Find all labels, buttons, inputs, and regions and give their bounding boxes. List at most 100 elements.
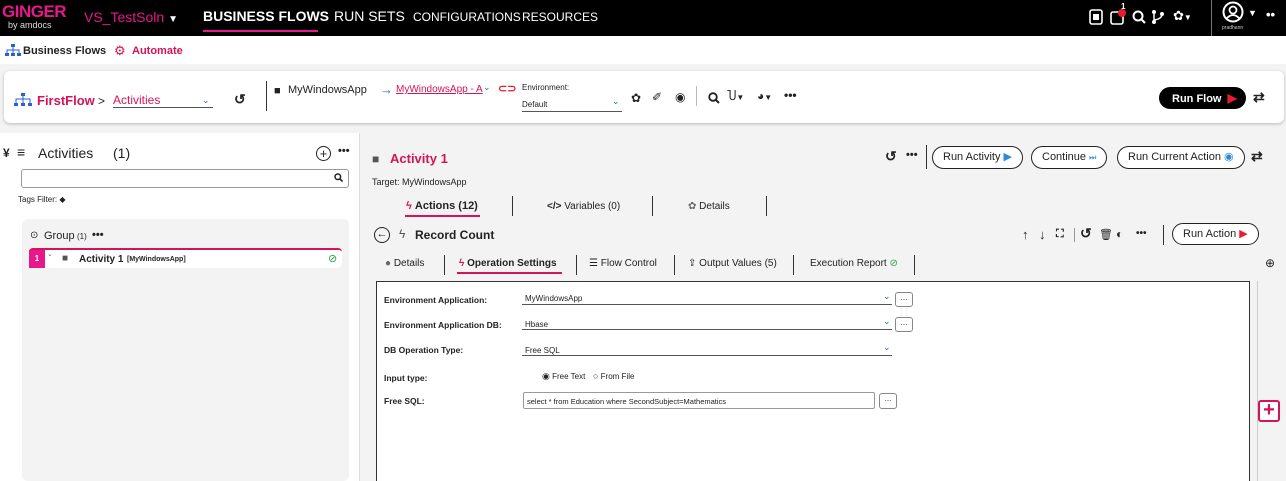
free-text-label: Free Text <box>552 372 586 381</box>
tags-filter-text: Tags Filter: <box>18 195 58 204</box>
environment-value[interactable]: Default <box>522 100 547 109</box>
action-tab-operation-settings[interactable]: ϟ Operation Settings <box>459 258 557 269</box>
nav-run-sets[interactable]: RUN SETS <box>334 8 405 24</box>
move-up-icon[interactable]: ↑ <box>1022 227 1029 242</box>
tab-variables[interactable]: </> Variables (0) <box>547 201 620 212</box>
search-icon[interactable] <box>334 173 343 182</box>
input-type-from-file[interactable]: ○ From File <box>593 371 634 381</box>
radio-icon[interactable]: ○ <box>593 371 598 381</box>
action-tab-divider <box>674 255 675 275</box>
action-toolbar-divider <box>1074 228 1075 242</box>
activities-title: Activities <box>38 145 94 161</box>
action-tab-details[interactable]: ● Details <box>385 258 424 269</box>
nav-business-flows[interactable]: BUSINESS FLOWS <box>203 8 329 24</box>
activities-more-icon[interactable]: ••• <box>338 145 350 157</box>
group-collapse-icon[interactable]: ⊙ <box>30 230 38 241</box>
tab-variables-label: Variables (0) <box>564 201 621 212</box>
activity-row[interactable]: 1 ⌄ ■ Activity 1 [MyWindowsApp] ⊘ <box>29 248 342 268</box>
collapse-chevrons-icon[interactable]: ¥ <box>3 146 10 160</box>
env-db-chevron-down-icon[interactable]: ⌄ <box>883 316 891 327</box>
repeat-icon[interactable]: ⇄ <box>1253 89 1265 106</box>
activity-expand-icon[interactable]: ⌄ <box>47 250 53 258</box>
eye-icon[interactable]: ◉ <box>675 90 685 104</box>
group-more-icon[interactable]: ••• <box>92 229 104 241</box>
export-icon[interactable]: ◕▼ <box>757 89 772 103</box>
notifications-icon[interactable] <box>1110 9 1126 25</box>
action-tab-output-values[interactable]: ⇪ Output Values (5) <box>688 258 777 269</box>
ginger-logo[interactable]: GINGER by amdocs <box>2 3 70 33</box>
run-current-action-button[interactable]: Run Current Action ◉ <box>1117 146 1245 169</box>
scrollbar-track[interactable] <box>1257 281 1258 481</box>
tab-actions-label: Actions (12) <box>414 200 478 212</box>
action-tab-flow-control[interactable]: ☰ Flow Control <box>589 258 657 269</box>
user-avatar-icon[interactable] <box>1222 1 1244 23</box>
target-mapping-selector[interactable]: MyWindowsApp - A <box>396 84 483 95</box>
source-control-icon[interactable] <box>1151 9 1165 25</box>
continue-button[interactable]: Continue ⏭ <box>1031 146 1108 169</box>
env-app-value[interactable]: MyWindowsApp <box>525 294 582 303</box>
arrow-right-icon: → <box>380 82 393 97</box>
toggle-icon[interactable]: ◐ <box>1116 227 1123 241</box>
free-sql-browse-button[interactable]: ... <box>879 393 897 409</box>
activity-undo-icon[interactable]: ↺ <box>885 148 897 165</box>
input-type-free-text[interactable]: ◉ Free Text <box>542 371 585 382</box>
activity-index: 1 <box>29 250 45 268</box>
run-action-button[interactable]: Run Action ▶ <box>1172 223 1259 245</box>
action-undo-icon[interactable]: ↺ <box>1080 225 1092 242</box>
delete-icon[interactable]: 🗑 <box>1099 228 1113 241</box>
expand-icon[interactable]: ⛶ <box>1056 228 1064 241</box>
activities-list: ⊙ Group (1) ••• 1 ⌄ ■ Activity 1 [MyWind… <box>22 219 349 481</box>
activities-panel: ¥ ≡ Activities (1) + ••• Tags Filter: ◆ … <box>0 133 360 481</box>
search-icon[interactable] <box>708 92 720 104</box>
breadcrumb-automate[interactable]: Automate <box>132 45 183 57</box>
analyze-icon[interactable]: Ⴎ▼ <box>727 89 744 103</box>
move-down-icon[interactable]: ↓ <box>1039 227 1046 242</box>
nav-resources[interactable]: RESOURCES <box>522 10 598 24</box>
user-chevron-down-icon[interactable]: ▼ <box>1248 8 1257 18</box>
settings-gear-icon[interactable]: ✿▼ <box>1173 8 1192 24</box>
sitemap-icon <box>5 44 21 57</box>
tab-actions[interactable]: ϟ Actions (12) <box>406 200 478 212</box>
mapping-chevron-down-icon[interactable]: ⌄ <box>483 82 491 93</box>
activity-name: Activity 1 <box>79 254 124 265</box>
unlink-icon[interactable]: ⊂⊃ <box>498 82 516 95</box>
env-app-browse-button[interactable]: ... <box>895 292 913 307</box>
view-chevron-down-icon[interactable]: ⌄ <box>202 95 210 106</box>
nav-configurations[interactable]: CONFIGURATIONS <box>413 10 521 24</box>
free-sql-input[interactable]: select * from Education where SecondSubj… <box>523 392 875 409</box>
view-selector[interactable]: Activities <box>113 93 160 107</box>
env-db-value[interactable]: Hbase <box>525 320 548 329</box>
undo-icon[interactable]: ↺ <box>234 91 246 108</box>
magic-wand-icon[interactable]: ✐ <box>652 90 662 104</box>
radio-selected-icon[interactable]: ◉ <box>542 371 550 381</box>
config-gear-icon[interactable]: ✿ <box>631 91 641 105</box>
solution-selector[interactable]: VS_TestSoln ▼ <box>84 9 178 25</box>
more-options-icon[interactable]: ••• <box>784 88 797 102</box>
report-icon[interactable] <box>1089 9 1103 25</box>
activities-search-input[interactable] <box>21 169 349 188</box>
notification-count: 1 <box>1121 2 1126 11</box>
action-tab-details-label: Details <box>393 258 425 269</box>
action-more-icon[interactable]: ••• <box>1136 228 1147 239</box>
run-flow-button[interactable]: Run Flow ▶ <box>1159 87 1246 109</box>
breadcrumb-business-flows[interactable]: Business Flows <box>23 45 106 57</box>
back-arrow-icon[interactable]: ← <box>374 227 390 243</box>
add-activity-icon[interactable]: + <box>316 146 331 161</box>
add-action-button[interactable]: + <box>1258 400 1280 422</box>
activity-more-icon[interactable]: ••• <box>906 149 918 161</box>
db-op-value[interactable]: Free SQL <box>525 346 560 355</box>
env-app-chevron-down-icon[interactable]: ⌄ <box>883 291 891 302</box>
globe-icon[interactable]: ⊕ <box>1265 256 1275 270</box>
action-tab-execution-report[interactable]: Execution Report ⊘ <box>810 258 898 269</box>
activity-target-label: Target: MyWindowsApp <box>372 177 467 187</box>
activity-repeat-icon[interactable]: ⇄ <box>1251 148 1263 165</box>
tag-icon[interactable]: ◆ <box>59 195 65 204</box>
run-activity-button[interactable]: Run Activity ▶ <box>932 146 1023 169</box>
flow-name[interactable]: FirstFlow <box>37 93 95 108</box>
tab-details[interactable]: ✿ Details <box>688 201 730 212</box>
env-db-browse-button[interactable]: ... <box>895 317 913 332</box>
db-op-chevron-down-icon[interactable]: ⌄ <box>883 342 891 353</box>
search-icon[interactable] <box>1132 10 1146 24</box>
environment-chevron-down-icon[interactable]: ⌄ <box>612 96 620 107</box>
more-options-icon[interactable]: •• <box>1266 7 1275 22</box>
